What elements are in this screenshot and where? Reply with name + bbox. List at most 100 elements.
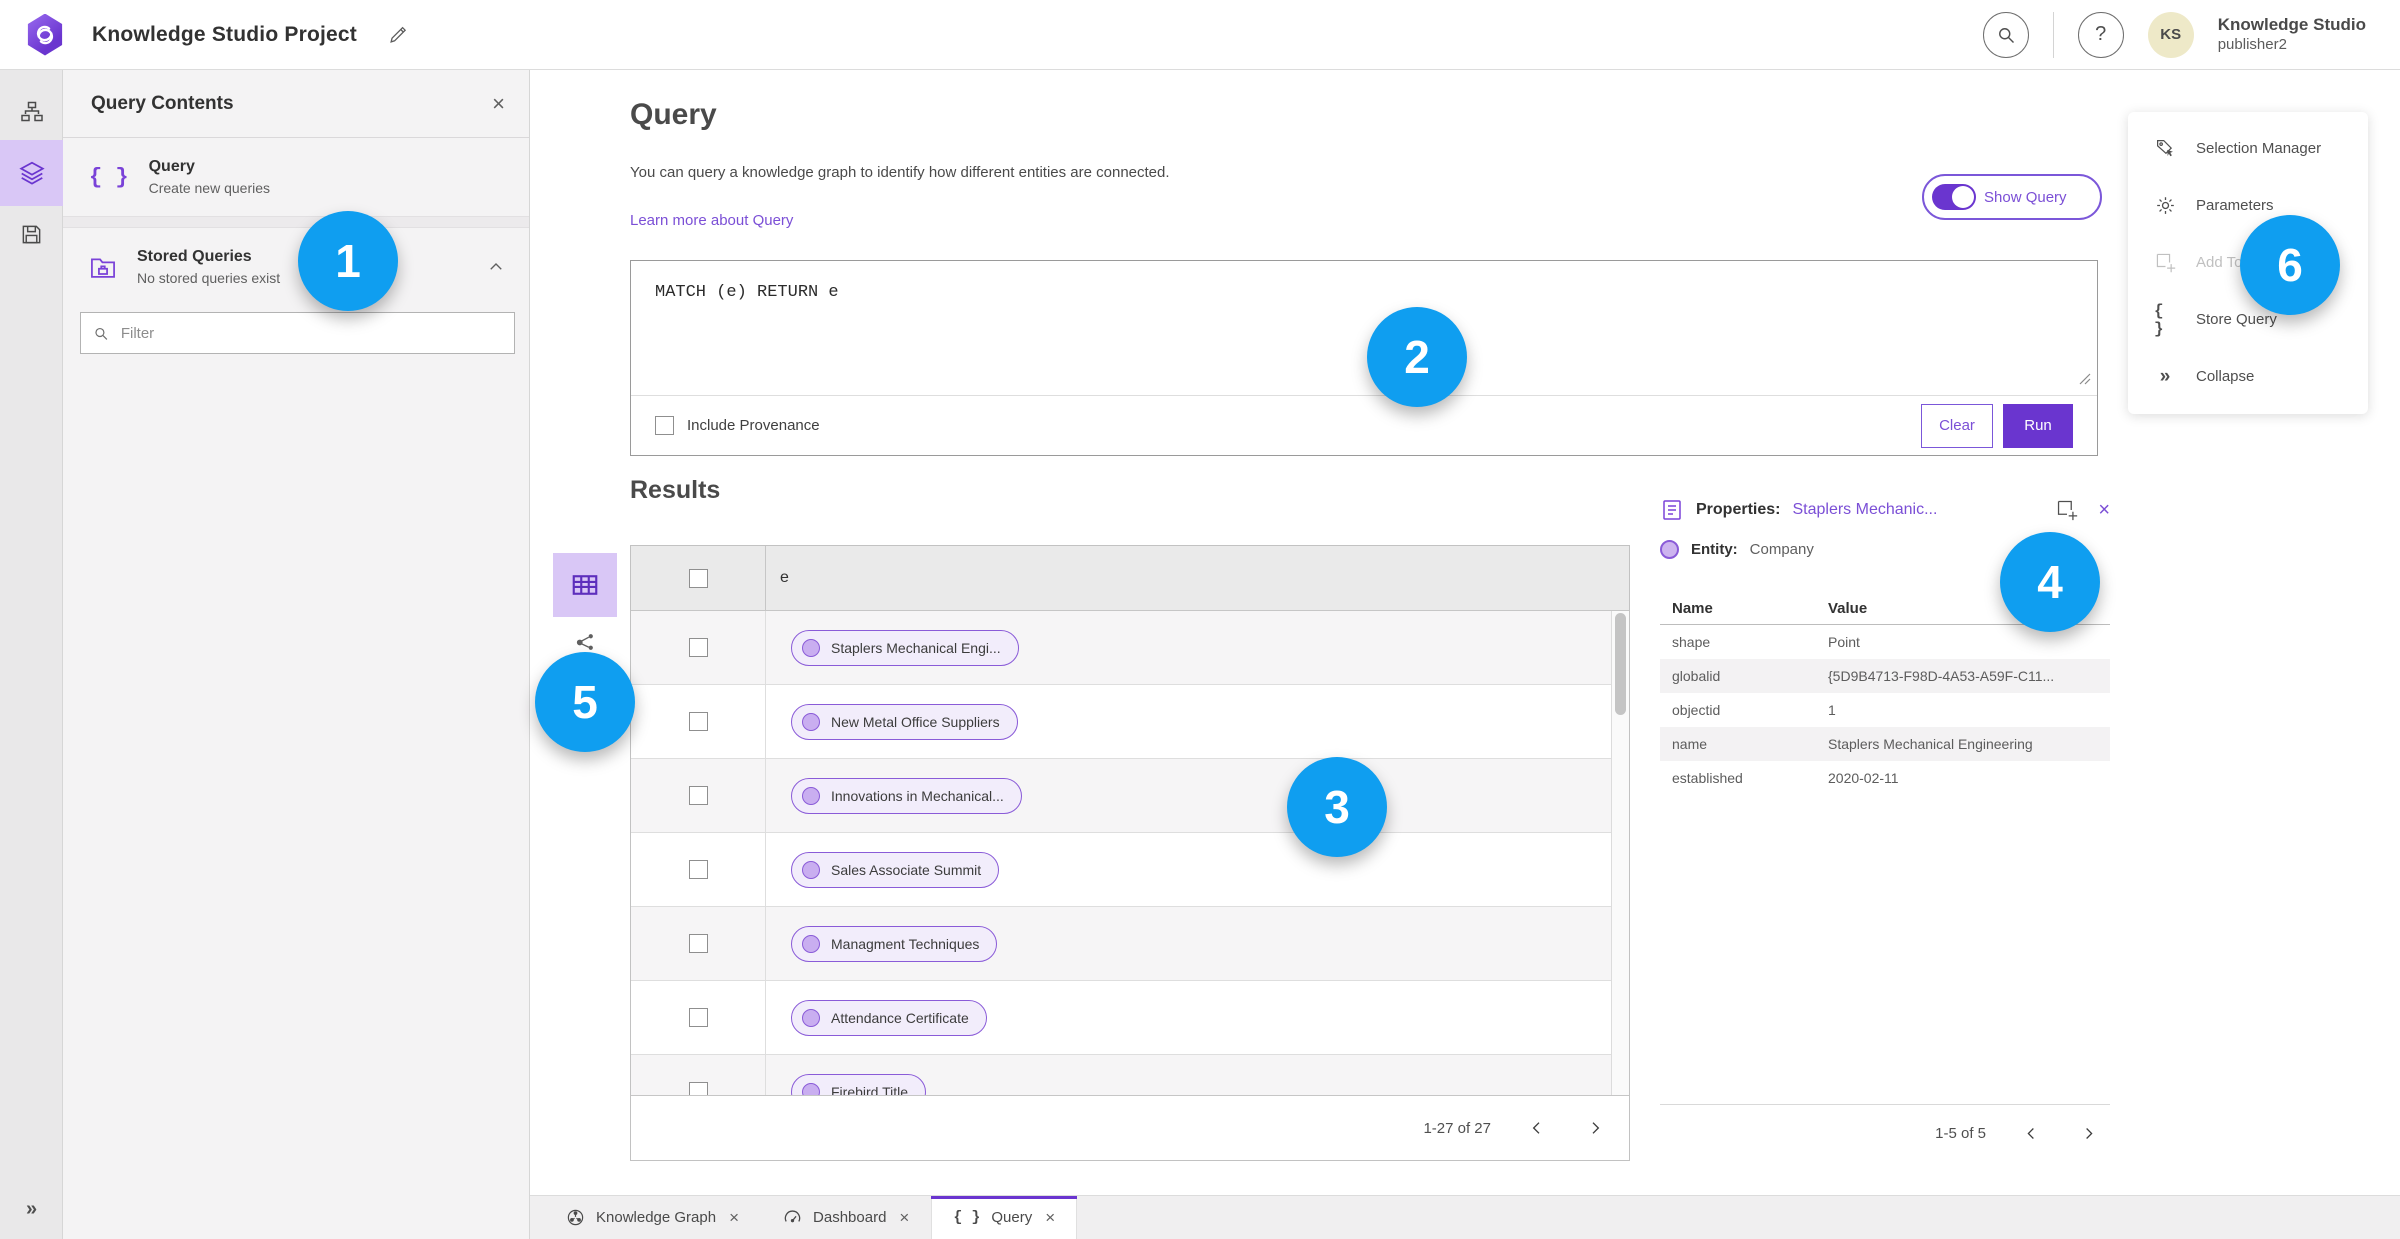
- column-header-value: Value: [1828, 600, 1868, 617]
- row-checkbox[interactable]: [688, 1008, 708, 1027]
- add-to-selection-button[interactable]: [2056, 499, 2078, 521]
- menu-item-parameters[interactable]: Parameters: [2128, 177, 2368, 234]
- entity-chip[interactable]: Sales Associate Summit: [791, 851, 1000, 888]
- resize-handle[interactable]: [2079, 373, 2091, 451]
- collapse-section-button[interactable]: [487, 258, 505, 276]
- table-row[interactable]: New Metal Office Suppliers: [631, 685, 1629, 759]
- next-page-button[interactable]: [1583, 1116, 1607, 1140]
- user-org: Knowledge Studio: [2217, 15, 2366, 35]
- edit-title-icon[interactable]: [387, 24, 409, 46]
- help-button[interactable]: ?: [2077, 11, 2124, 58]
- rail-item-save[interactable]: [0, 206, 63, 262]
- scrollbar-thumb[interactable]: [1615, 613, 1626, 715]
- stored-queries-item[interactable]: Stored Queries No stored queries exist: [63, 228, 529, 306]
- annotation-circle-3: 3: [1287, 757, 1387, 857]
- filter-input[interactable]: [120, 324, 502, 342]
- clear-button[interactable]: Clear: [1921, 403, 1993, 448]
- results-table: e Staplers Mechanical Engi... New Metal …: [630, 545, 1630, 1161]
- search-icon: [95, 327, 108, 340]
- knowledge-swirl-icon: [36, 25, 54, 44]
- close-tab-button[interactable]: ×: [729, 1208, 739, 1228]
- menu-item-selection-manager[interactable]: Selection Manager: [2128, 120, 2368, 177]
- entity-chip[interactable]: Staplers Mechanical Engi...: [791, 629, 1019, 666]
- show-query-toggle[interactable]: Show Query: [1922, 174, 2102, 220]
- top-bar-right: ? KS Knowledge Studio publisher2: [1982, 11, 2400, 58]
- close-tab-button[interactable]: ×: [899, 1208, 909, 1228]
- entity-chip[interactable]: Managment Techniques: [791, 925, 998, 962]
- table-row[interactable]: Innovations in Mechanical...: [631, 759, 1629, 833]
- link-chart-icon: [576, 634, 593, 650]
- results-table-body: Staplers Mechanical Engi... New Metal Of…: [631, 611, 1629, 1096]
- layers-icon: [18, 161, 45, 185]
- previous-page-button[interactable]: [2020, 1122, 2043, 1145]
- entity-type-value: Company: [1749, 541, 1814, 558]
- row-checkbox[interactable]: [688, 860, 708, 879]
- close-tab-button[interactable]: ×: [1045, 1208, 1055, 1228]
- row-checkbox[interactable]: [688, 786, 708, 805]
- previous-page-button[interactable]: [1525, 1116, 1549, 1140]
- run-button[interactable]: Run: [2003, 403, 2073, 448]
- editor-footer: Include Provenance Clear Run: [631, 395, 2097, 455]
- user-block[interactable]: Knowledge Studio publisher2: [2218, 15, 2366, 53]
- row-checkbox[interactable]: [688, 934, 708, 953]
- annotation-circle-1: 1: [298, 211, 398, 311]
- knowledge-graph-icon: [566, 1208, 585, 1227]
- query-contents-header: Query Contents ×: [63, 70, 529, 138]
- query-contents-panel: Query Contents × { } Query Create new qu…: [63, 70, 530, 1239]
- properties-actions: ×: [2056, 499, 2110, 522]
- entity-chip[interactable]: Firebird Title: [791, 1073, 927, 1096]
- expand-rail-button[interactable]: »: [0, 1191, 63, 1227]
- table-row[interactable]: Sales Associate Summit: [631, 833, 1629, 907]
- link-chart-view-button[interactable]: [574, 630, 597, 653]
- rail-item-contents[interactable]: [0, 140, 63, 206]
- rail-item-data-model[interactable]: [0, 84, 63, 140]
- row-checkbox[interactable]: [688, 1082, 708, 1096]
- menu-item-store-query[interactable]: { } Store Query: [2128, 291, 2368, 348]
- save-icon: [22, 225, 41, 243]
- table-row[interactable]: Managment Techniques: [631, 907, 1629, 981]
- annotation-circle-5: 5: [535, 652, 635, 752]
- annotation-circle-6: 6: [2240, 215, 2340, 315]
- results-scrollbar[interactable]: [1611, 611, 1629, 1096]
- stored-queries-filter[interactable]: [80, 312, 515, 354]
- close-panel-button[interactable]: ×: [492, 91, 505, 117]
- row-checkbox[interactable]: [688, 712, 708, 731]
- close-properties-button[interactable]: ×: [2098, 499, 2110, 522]
- app-logo[interactable]: [27, 13, 63, 56]
- properties-entity-link[interactable]: Staplers Mechanic...: [1792, 501, 1937, 519]
- annotation-circle-4: 4: [2000, 532, 2100, 632]
- table-view-button[interactable]: [553, 553, 617, 617]
- toggle-switch[interactable]: [1932, 184, 1976, 210]
- next-page-button[interactable]: [2077, 1122, 2100, 1145]
- menu-item-collapse[interactable]: » Collapse: [2128, 348, 2368, 405]
- section-divider: [63, 216, 529, 228]
- query-item-subtitle: Create new queries: [148, 180, 271, 196]
- query-contents-title: Query Contents: [91, 92, 234, 114]
- include-provenance-checkbox[interactable]: [655, 416, 674, 435]
- stored-queries-subtitle: No stored queries exist: [137, 270, 281, 286]
- close-icon: ×: [899, 1207, 910, 1227]
- table-row[interactable]: Firebird Title: [631, 1055, 1629, 1096]
- tab-knowledge-graph[interactable]: Knowledge Graph ×: [544, 1196, 761, 1239]
- results-table-header: e: [631, 546, 1629, 611]
- double-chevron-right-icon: »: [2159, 365, 2171, 387]
- entity-chip[interactable]: New Metal Office Suppliers: [791, 703, 1018, 740]
- select-all-checkbox[interactable]: [688, 568, 708, 588]
- entity-chip[interactable]: Innovations in Mechanical...: [791, 777, 1022, 814]
- avatar[interactable]: KS: [2147, 11, 2194, 58]
- table-row[interactable]: Attendance Certificate: [631, 981, 1629, 1055]
- row-checkbox[interactable]: [688, 638, 708, 657]
- entity-dot-icon: [802, 1082, 820, 1096]
- double-chevron-right-icon: »: [25, 1197, 38, 1220]
- learn-more-link[interactable]: Learn more about Query: [630, 212, 793, 229]
- query-code-input[interactable]: MATCH (e) RETURN e: [631, 261, 2097, 395]
- query-list-item[interactable]: { } Query Create new queries: [63, 138, 529, 216]
- tab-dashboard[interactable]: Dashboard ×: [761, 1196, 931, 1239]
- tab-query[interactable]: { } Query ×: [931, 1196, 1078, 1239]
- entity-chip[interactable]: Attendance Certificate: [791, 999, 987, 1036]
- table-row[interactable]: Staplers Mechanical Engi...: [631, 611, 1629, 685]
- toggle-knob: [1952, 186, 1974, 208]
- search-button[interactable]: [1982, 11, 2029, 58]
- search-icon: [1998, 27, 2014, 43]
- dashboard-gauge-icon: [783, 1208, 802, 1227]
